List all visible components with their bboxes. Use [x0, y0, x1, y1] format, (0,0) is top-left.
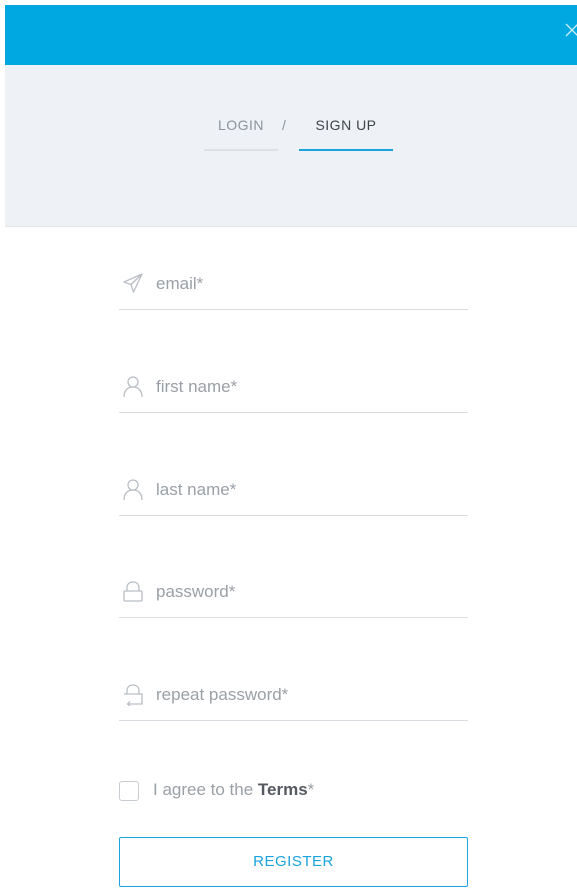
- signup-modal: LOGIN / SIGN UP email* first name* last …: [0, 0, 577, 888]
- tab-separator: /: [282, 117, 286, 133]
- modal-header-bar: [5, 5, 577, 65]
- first-name-input[interactable]: [156, 373, 456, 401]
- last-name-field: [119, 474, 468, 516]
- password-field: [119, 576, 468, 618]
- password-input[interactable]: [156, 578, 456, 606]
- tab-login[interactable]: LOGIN: [204, 117, 278, 151]
- auth-tabs: LOGIN / SIGN UP: [5, 65, 577, 227]
- terms-label: I agree to the Terms*: [153, 780, 314, 800]
- user-icon: [121, 374, 145, 398]
- register-button[interactable]: REGISTER: [119, 837, 468, 887]
- terms-required-mark: *: [307, 780, 315, 799]
- repeat-password-field: [119, 679, 468, 721]
- terms-prefix: I agree to the: [153, 780, 258, 799]
- terms-link[interactable]: Terms: [258, 780, 308, 799]
- tab-signup[interactable]: SIGN UP: [299, 117, 393, 151]
- lock-icon: [121, 579, 145, 603]
- first-name-field: [119, 371, 468, 413]
- email-input[interactable]: [156, 270, 456, 298]
- email-field: [119, 268, 468, 310]
- close-icon[interactable]: [563, 19, 577, 41]
- lock-repeat-icon: [121, 682, 145, 707]
- user-icon: [121, 477, 145, 501]
- last-name-input[interactable]: [156, 476, 456, 504]
- repeat-password-input[interactable]: [156, 681, 456, 709]
- paper-plane-icon: [121, 271, 145, 295]
- terms-checkbox[interactable]: [119, 781, 139, 801]
